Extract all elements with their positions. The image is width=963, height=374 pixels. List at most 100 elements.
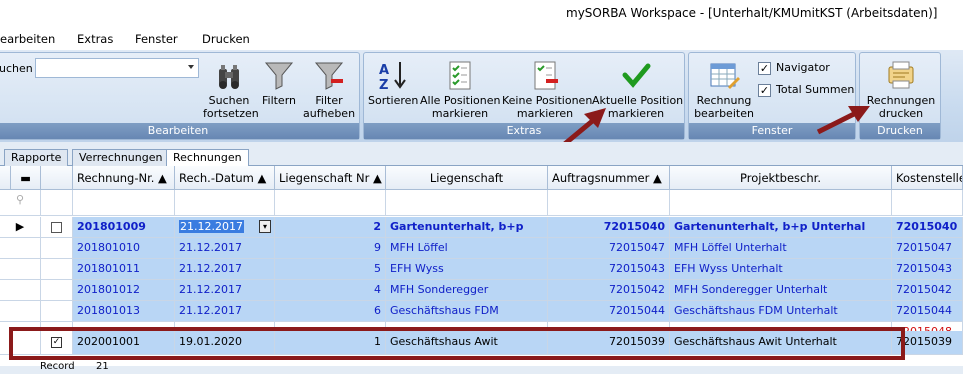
filter-cell[interactable] (73, 190, 175, 216)
cell-liegenschaft-nr[interactable]: 6 (275, 301, 386, 322)
header-rech-datum[interactable]: Rech.-Datum ▲ (175, 166, 275, 190)
cell-rechnung-nr[interactable]: 201801012 (73, 280, 175, 301)
cell-rechnung-nr[interactable]: 201801009 (73, 217, 175, 238)
filter-cell[interactable] (892, 190, 963, 216)
aktuelle-markieren-button[interactable]: Aktuelle Position markieren (592, 59, 683, 120)
filter-cell[interactable] (41, 190, 73, 216)
tab-rapporte[interactable]: Rapporte (4, 149, 69, 166)
row-checkbox[interactable] (41, 238, 73, 259)
cell-rech-datum-editor[interactable]: 21.12.2017 ▾ (175, 217, 275, 238)
cell-projektbeschr[interactable]: MFH Löffel Unterhalt (670, 238, 892, 259)
row-checkbox[interactable] (41, 259, 73, 280)
search-combo[interactable] (35, 58, 199, 78)
table-row-highlighted[interactable]: ✓ 202001001 19.01.2020 1 Geschäftshaus A… (0, 331, 963, 355)
cell-rechnung-nr[interactable]: 202001001 (73, 331, 175, 355)
date-editor-value[interactable]: 21.12.2017 (179, 220, 244, 233)
menu-fenster[interactable]: Fenster (135, 32, 178, 46)
header-select-all[interactable]: ▬ (11, 166, 41, 190)
filter-cell[interactable] (275, 190, 386, 216)
calendar-dropdown-icon[interactable]: ▾ (259, 220, 271, 233)
header-projektbeschr[interactable]: Projektbeschr. (670, 166, 892, 190)
chevron-down-icon[interactable] (188, 65, 194, 69)
total-summen-check-icon[interactable]: ✓ (758, 83, 771, 97)
title-bar: mySORBA Workspace - [Unterhalt/KMUmitKST… (0, 0, 963, 28)
checkbox-checked-icon[interactable]: ✓ (51, 336, 62, 348)
cell-projektbeschr[interactable]: EFH Wyss Unterhalt (670, 259, 892, 280)
record-value[interactable]: 21 (96, 361, 109, 372)
total-summen-checkbox[interactable]: ✓ Total Summen (758, 83, 854, 97)
cell-auftragsnummer[interactable]: 72015039 (548, 331, 670, 355)
cell-liegenschaft-nr[interactable]: 1 (275, 331, 386, 355)
cell-liegenschaft[interactable]: Gartenunterhalt, b+p (386, 217, 548, 238)
cell-kostenstelle[interactable]: 72015043 (892, 259, 963, 280)
table-row[interactable]: ▶ 201801009 21.12.2017 ▾ 2 Gartenunterhal… (0, 217, 963, 238)
cell-liegenschaft[interactable]: EFH Wyss (386, 259, 548, 280)
cell-rech-datum[interactable]: 21.12.2017 (175, 259, 275, 280)
cell-auftragsnummer[interactable]: 72015044 (548, 301, 670, 322)
cell-liegenschaft-nr[interactable]: 9 (275, 238, 386, 259)
cell-rechnung-nr[interactable]: 201801010 (73, 238, 175, 259)
cell-auftragsnummer[interactable]: 72015047 (548, 238, 670, 259)
cell-auftragsnummer[interactable]: 72015040 (548, 217, 670, 238)
menu-drucken[interactable]: Drucken (202, 32, 250, 46)
cell-liegenschaft[interactable]: Geschäftshaus Awit (386, 331, 548, 355)
cell-kostenstelle[interactable]: 72015042 (892, 280, 963, 301)
sortieren-button[interactable]: AZ Sortieren (368, 59, 418, 107)
keine-markieren-button[interactable]: Keine Positionen markieren (502, 59, 592, 120)
filter-aufheben-button[interactable]: Filter aufheben (303, 59, 355, 120)
rechnungen-drucken-button[interactable]: Rechnungen drucken (864, 59, 938, 120)
cell-liegenschaft-nr[interactable]: 4 (275, 280, 386, 301)
cell-liegenschaft[interactable]: MFH Löffel (386, 238, 548, 259)
row-checkbox[interactable] (41, 280, 73, 301)
table-row[interactable]: 201801013 21.12.2017 6 Geschäftshaus FDM… (0, 301, 963, 322)
header-liegenschaft[interactable]: Liegenschaft (386, 166, 548, 190)
record-navigator: Record 21 (0, 361, 963, 374)
filtern-button[interactable]: Filtern (259, 59, 299, 107)
cell-kostenstelle[interactable]: 72015040 (892, 217, 963, 238)
row-checkbox[interactable] (41, 217, 73, 238)
cell-rech-datum[interactable]: 19.01.2020 (175, 331, 275, 355)
checkbox-empty-icon[interactable] (51, 221, 62, 233)
cell-auftragsnummer[interactable]: 72015042 (548, 280, 670, 301)
table-row[interactable]: 201801012 21.12.2017 4 MFH Sonderegger 7… (0, 280, 963, 301)
filter-cell[interactable] (386, 190, 548, 216)
header-liegenschaft-nr[interactable]: Liegenschaft Nr ▲ (275, 166, 386, 190)
cell-projektbeschr[interactable]: MFH Sonderegger Unterhalt (670, 280, 892, 301)
row-checkbox[interactable] (41, 301, 73, 322)
cell-auftragsnummer[interactable]: 72015043 (548, 259, 670, 280)
cell-rech-datum[interactable]: 21.12.2017 (175, 238, 275, 259)
navigator-checkbox[interactable]: ✓ Navigator (758, 61, 830, 75)
filter-cell[interactable] (670, 190, 892, 216)
cell-kostenstelle[interactable]: 72015039 (892, 331, 963, 355)
cell-rechnung-nr[interactable]: 201801011 (73, 259, 175, 280)
cell-rech-datum[interactable]: 21.12.2017 (175, 280, 275, 301)
row-checkbox[interactable]: ✓ (41, 331, 73, 355)
rechnung-bearbeiten-button[interactable]: Rechnung bearbeiten (693, 59, 755, 120)
cell-projektbeschr[interactable]: Geschäftshaus Awit Unterhalt (670, 331, 892, 355)
filter-cell[interactable] (548, 190, 670, 216)
table-row[interactable]: 201801011 21.12.2017 5 EFH Wyss 72015043… (0, 259, 963, 280)
tab-rechnungen[interactable]: Rechnungen (166, 149, 249, 167)
cell-projektbeschr[interactable]: Gartenunterhalt, b+p Unterhal (670, 217, 892, 238)
menu-extras[interactable]: Extras (77, 32, 113, 46)
cell-rechnung-nr[interactable]: 201801013 (73, 301, 175, 322)
cell-liegenschaft[interactable]: Geschäftshaus FDM (386, 301, 548, 322)
suchen-fortsetzen-button[interactable]: Suchen fortsetzen (203, 59, 259, 120)
navigator-check-icon[interactable]: ✓ (758, 61, 771, 75)
cell-liegenschaft-nr[interactable]: 5 (275, 259, 386, 280)
cell-kostenstelle[interactable]: 72015047 (892, 238, 963, 259)
table-row[interactable]: 201801010 21.12.2017 9 MFH Löffel 720150… (0, 238, 963, 259)
cell-liegenschaft-nr[interactable]: 2 (275, 217, 386, 238)
menu-bearbeiten[interactable]: earbeiten (0, 32, 55, 46)
filter-funnel-icon[interactable]: ⚲ (0, 190, 41, 216)
header-auftragsnummer[interactable]: Auftragsnummer ▲ (548, 166, 670, 190)
cell-projektbeschr[interactable]: Geschäftshaus FDM Unterhalt (670, 301, 892, 322)
header-rechnung-nr[interactable]: Rechnung-Nr. ▲ (73, 166, 175, 190)
cell-liegenschaft[interactable]: MFH Sonderegger (386, 280, 548, 301)
tab-verrechnungen[interactable]: Verrechnungen (72, 149, 170, 166)
cell-rech-datum[interactable]: 21.12.2017 (175, 301, 275, 322)
cell-kostenstelle[interactable]: 72015044 (892, 301, 963, 322)
filter-cell[interactable] (175, 190, 275, 216)
alle-markieren-button[interactable]: Alle Positionen markieren (420, 59, 500, 120)
header-kostenstelle[interactable]: Kostenstelle (892, 166, 963, 190)
